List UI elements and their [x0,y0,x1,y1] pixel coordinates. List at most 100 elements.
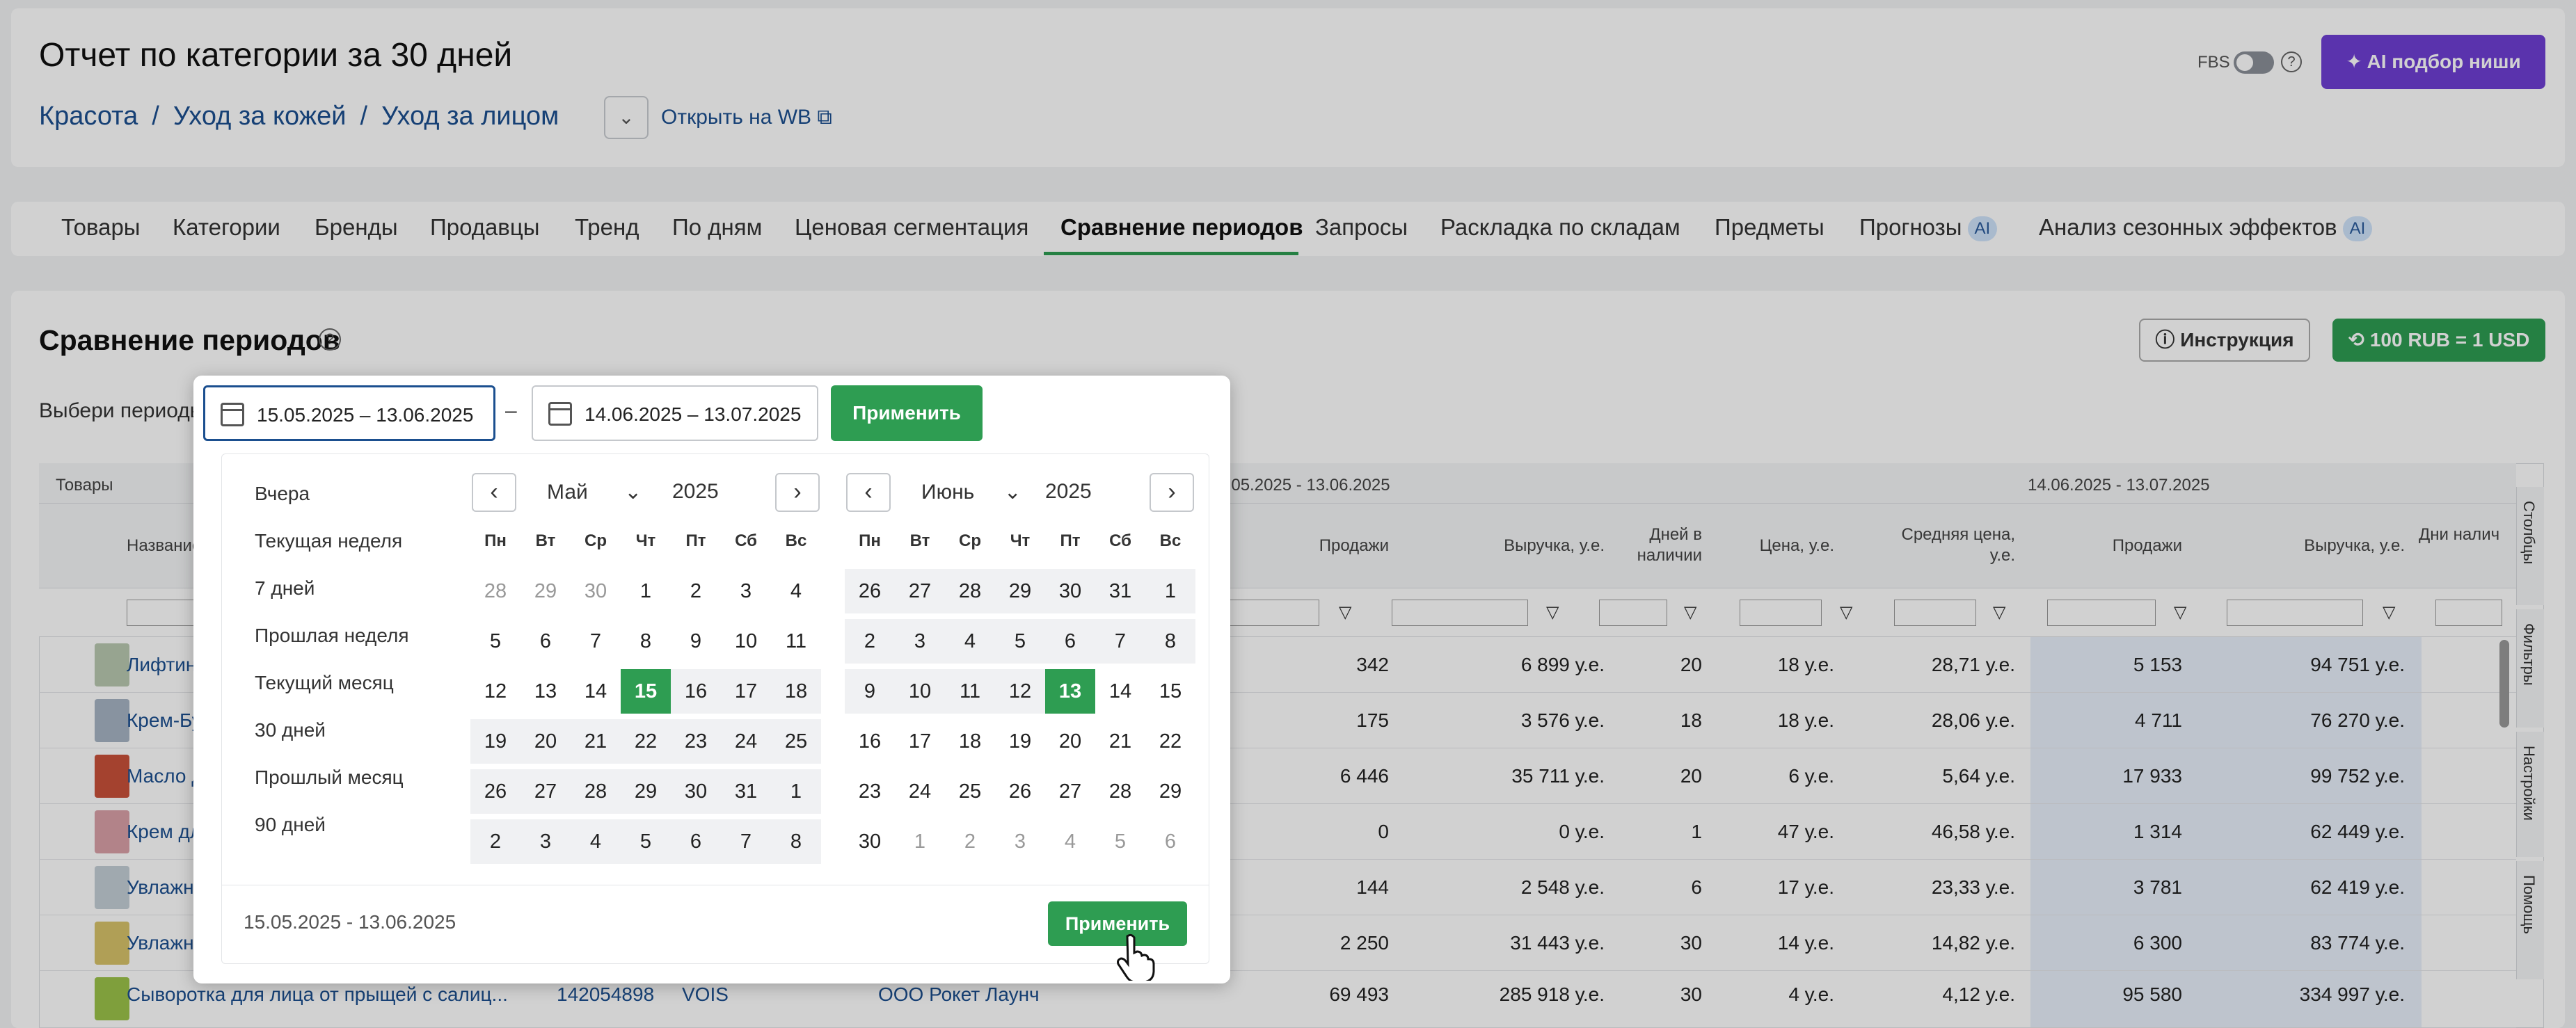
preset-yesterday[interactable]: Вчера [255,483,310,505]
calendar-day[interactable]: 15 [621,669,671,714]
calendar-day[interactable]: 2 [671,569,721,613]
calendar-day[interactable]: 9 [671,619,721,664]
calendar-day[interactable]: 29 [1145,769,1195,814]
calendar-day[interactable]: 25 [945,769,995,814]
calendar-day[interactable]: 5 [621,819,671,864]
calendar-day[interactable]: 5 [470,619,520,664]
calendar-day[interactable]: 19 [470,719,520,764]
calendar-day[interactable]: 7 [1095,619,1145,664]
calendar-day[interactable]: 14 [1095,669,1145,714]
calendar-day[interactable]: 8 [771,819,821,864]
calendar-day[interactable]: 18 [771,669,821,714]
calendar-day[interactable]: 4 [1045,819,1095,864]
calendar-day[interactable]: 21 [571,719,621,764]
calendar-day[interactable]: 31 [721,769,771,814]
calendar-day[interactable]: 26 [995,769,1045,814]
calendar-day[interactable]: 20 [1045,719,1095,764]
calendar-day[interactable]: 27 [1045,769,1095,814]
preset-30-days[interactable]: 30 дней [255,719,326,741]
preset-7-days[interactable]: 7 дней [255,577,315,600]
calendar-day[interactable]: 17 [721,669,771,714]
calendar-day[interactable]: 30 [845,819,895,864]
calendar-day[interactable]: 12 [995,669,1045,714]
prev-month-button[interactable]: ‹ [472,473,516,512]
calendar-day[interactable]: 16 [671,669,721,714]
calendar-day[interactable]: 30 [571,569,621,613]
calendar-day[interactable]: 24 [721,719,771,764]
calendar-day[interactable]: 14 [571,669,621,714]
calendar-day[interactable]: 11 [771,619,821,664]
calendar-day[interactable]: 5 [1095,819,1145,864]
calendar-day[interactable]: 3 [995,819,1045,864]
preset-90-days[interactable]: 90 дней [255,814,326,836]
calendar-day[interactable]: 7 [721,819,771,864]
calendar-day[interactable]: 8 [621,619,671,664]
preset-last-month[interactable]: Прошлый месяц [255,766,404,789]
calendar-day[interactable]: 31 [1095,569,1145,613]
calendar-day[interactable]: 30 [1045,569,1095,613]
calendar-day[interactable]: 16 [845,719,895,764]
prev-month-button-right[interactable]: ‹ [846,473,891,512]
calendar-day[interactable]: 27 [520,769,571,814]
calendar-day[interactable]: 8 [1145,619,1195,664]
calendar-day[interactable]: 5 [995,619,1045,664]
calendar-day[interactable]: 26 [845,569,895,613]
calendar-day[interactable]: 30 [671,769,721,814]
calendar-day[interactable]: 4 [571,819,621,864]
calendar-day[interactable]: 23 [845,769,895,814]
calendar-day[interactable]: 21 [1095,719,1145,764]
calendar-day[interactable]: 20 [520,719,571,764]
calendar-day[interactable]: 2 [845,619,895,664]
calendar-day[interactable]: 26 [470,769,520,814]
calendar-day[interactable]: 24 [895,769,945,814]
preset-last-week[interactable]: Прошлая неделя [255,625,408,647]
calendar-day[interactable]: 4 [771,569,821,613]
next-month-button[interactable]: › [1150,473,1194,512]
right-month-select[interactable]: Июнь ⌄ [921,480,1021,504]
calendar-day[interactable]: 12 [470,669,520,714]
calendar-day[interactable]: 3 [520,819,571,864]
calendar-day[interactable]: 6 [671,819,721,864]
preset-current-month[interactable]: Текущий месяц [255,672,394,694]
calendar-day[interactable]: 28 [470,569,520,613]
calendar-day[interactable]: 28 [945,569,995,613]
preset-current-week[interactable]: Текущая неделя [255,530,402,552]
calendar-day[interactable]: 2 [470,819,520,864]
calendar-day[interactable]: 29 [621,769,671,814]
right-year[interactable]: 2025 [1045,480,1092,504]
calendar-day[interactable]: 6 [1145,819,1195,864]
calendar-day[interactable]: 17 [895,719,945,764]
calendar-day[interactable]: 1 [771,769,821,814]
left-year[interactable]: 2025 [672,480,719,504]
calendar-day[interactable]: 1 [1145,569,1195,613]
calendar-day[interactable]: 9 [845,669,895,714]
calendar-day[interactable]: 23 [671,719,721,764]
calendar-day[interactable]: 27 [895,569,945,613]
calendar-day[interactable]: 13 [520,669,571,714]
calendar-day[interactable]: 1 [621,569,671,613]
calendar-day[interactable]: 22 [1145,719,1195,764]
period2-input[interactable]: 14.06.2025 – 13.07.2025 [532,385,818,441]
calendar-day[interactable]: 25 [771,719,821,764]
calendar-day[interactable]: 29 [995,569,1045,613]
calendar-day[interactable]: 28 [1095,769,1145,814]
calendar-day[interactable]: 1 [895,819,945,864]
calendar-day[interactable]: 15 [1145,669,1195,714]
calendar-day[interactable]: 10 [895,669,945,714]
calendar-day[interactable]: 18 [945,719,995,764]
calendar-day[interactable]: 11 [945,669,995,714]
calendar-day[interactable]: 19 [995,719,1045,764]
calendar-day[interactable]: 3 [895,619,945,664]
next-month-button-left[interactable]: › [775,473,820,512]
calendar-day[interactable]: 7 [571,619,621,664]
calendar-day[interactable]: 6 [1045,619,1095,664]
calendar-day[interactable]: 22 [621,719,671,764]
left-month-select[interactable]: Май ⌄ [547,480,642,504]
period1-input[interactable]: 15.05.2025 – 13.06.2025 [203,385,495,441]
calendar-day[interactable]: 10 [721,619,771,664]
calendar-day[interactable]: 6 [520,619,571,664]
calendar-day[interactable]: 28 [571,769,621,814]
calendar-day[interactable]: 2 [945,819,995,864]
calendar-day[interactable]: 4 [945,619,995,664]
calendar-day[interactable]: 13 [1045,669,1095,714]
